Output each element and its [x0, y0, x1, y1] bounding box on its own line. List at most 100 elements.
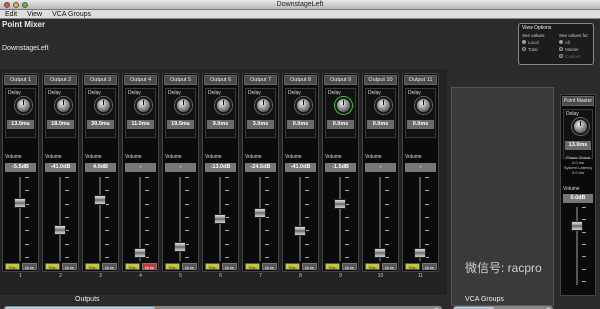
delay-value[interactable]: 0.0ms	[327, 120, 354, 129]
delay-knob-icon[interactable]	[95, 97, 112, 114]
fader-handle[interactable]	[414, 248, 426, 258]
fader-handle[interactable]	[374, 248, 386, 258]
delay-knob-icon[interactable]	[335, 97, 352, 114]
solo-button[interactable]: Solo	[285, 263, 300, 270]
scale-tick	[145, 244, 149, 245]
scale-tick	[225, 257, 229, 258]
fader-handle[interactable]	[214, 214, 226, 224]
channel-name[interactable]: Output 2	[44, 75, 77, 85]
fader-handle[interactable]	[294, 226, 306, 236]
scale-tick	[145, 190, 149, 191]
delay-knob-icon[interactable]	[55, 97, 72, 114]
delay-value[interactable]: 19.5ms	[167, 120, 194, 129]
delay-knob-icon[interactable]	[175, 97, 192, 114]
radio-all[interactable]: All	[559, 40, 595, 45]
volume-value[interactable]: -	[125, 163, 156, 172]
solo-button[interactable]: Solo	[85, 263, 100, 270]
channel-name[interactable]: Output 1	[4, 75, 37, 85]
channel-name[interactable]: Output 7	[244, 75, 277, 85]
solo-button[interactable]: Solo	[405, 263, 420, 270]
radio-custom[interactable]: Custom	[559, 54, 595, 59]
menu-edit[interactable]: Edit	[5, 10, 17, 18]
solo-button[interactable]: Solo	[325, 263, 340, 270]
channel-name[interactable]: Output 3	[84, 75, 117, 85]
mute-button[interactable]: Mute	[182, 263, 197, 270]
volume-value[interactable]: 4.0dB	[85, 163, 116, 172]
delay-value[interactable]: 0.0ms	[287, 120, 314, 129]
mute-button[interactable]: Mute	[302, 263, 317, 270]
channel-name[interactable]: Output 8	[284, 75, 317, 85]
channel-name[interactable]: Output 6	[204, 75, 237, 85]
fader-handle[interactable]	[174, 242, 186, 252]
mute-button[interactable]: Mute	[142, 263, 157, 270]
solo-button[interactable]: Solo	[205, 263, 220, 270]
volume-value[interactable]: -24.5dB	[245, 163, 276, 172]
radio-total[interactable]: Total	[522, 47, 558, 52]
master-delay-value[interactable]: 13.0ms	[565, 141, 591, 150]
menu-vca-groups[interactable]: VCA Groups	[52, 10, 91, 18]
delay-value[interactable]: 13.0ms	[7, 120, 34, 129]
volume-value[interactable]: -	[165, 163, 196, 172]
delay-knob-icon[interactable]	[295, 97, 312, 114]
delay-value[interactable]: 0.0ms	[407, 120, 434, 129]
master-delay-knob-icon[interactable]	[572, 118, 589, 135]
volume-value[interactable]: -	[405, 163, 436, 172]
solo-button[interactable]: Solo	[165, 263, 180, 270]
delay-value[interactable]: 9.0ms	[207, 120, 234, 129]
volume-value[interactable]: -41.0dB	[285, 163, 316, 172]
fader-handle[interactable]	[134, 248, 146, 258]
delay-knob-icon[interactable]	[415, 97, 432, 114]
delay-knob-icon[interactable]	[375, 97, 392, 114]
mute-button[interactable]: Mute	[222, 263, 237, 270]
solo-button[interactable]: Solo	[245, 263, 260, 270]
volume-value[interactable]: -5.5dB	[5, 163, 36, 172]
channel-name[interactable]: Output 5	[164, 75, 197, 85]
solo-button[interactable]: Solo	[5, 263, 20, 270]
master-fader-handle[interactable]	[571, 221, 583, 231]
fader-handle[interactable]	[54, 225, 66, 235]
mute-button[interactable]: Mute	[102, 263, 117, 270]
delay-knob-icon[interactable]	[15, 97, 32, 114]
scale-tick	[145, 230, 149, 231]
channel-number: 6	[219, 273, 222, 279]
radio-master[interactable]: Master	[559, 47, 595, 52]
solo-button[interactable]: Solo	[365, 263, 380, 270]
fader-handle[interactable]	[14, 198, 26, 208]
channel-strip: Output 7 Delay 3.0ms Volume -24.5dB Solo Mute	[242, 73, 279, 272]
radio-local[interactable]: Local	[522, 40, 558, 45]
delay-knob-icon[interactable]	[135, 97, 152, 114]
channel-name[interactable]: Output 4	[124, 75, 157, 85]
solo-button[interactable]: Solo	[125, 263, 140, 270]
delay-value[interactable]: 0.0ms	[367, 120, 394, 129]
master-volume-value[interactable]: 0.0dB	[563, 194, 593, 203]
mute-button[interactable]: Mute	[22, 263, 37, 270]
mute-button[interactable]: Mute	[62, 263, 77, 270]
solo-button[interactable]: Solo	[45, 263, 60, 270]
volume-value[interactable]: -	[365, 163, 396, 172]
delay-knob-icon[interactable]	[215, 97, 232, 114]
delay-value[interactable]: 18.0ms	[47, 120, 74, 129]
delay-value[interactable]: 30.0ms	[87, 120, 114, 129]
mute-button[interactable]: Mute	[382, 263, 397, 270]
fader-handle[interactable]	[254, 208, 266, 218]
channel-name[interactable]: Output 9	[324, 75, 357, 85]
fader-handle[interactable]	[334, 199, 346, 209]
channel-name[interactable]: Output 10	[364, 75, 397, 85]
delay-section: Delay 3.0ms	[245, 88, 276, 138]
scale-tick	[105, 190, 109, 191]
channel-strip: Output 8 Delay 0.0ms Volume -41.0dB Solo Mute	[282, 73, 319, 272]
mute-button[interactable]: Mute	[342, 263, 357, 270]
channel-name[interactable]: Output 11	[404, 75, 437, 85]
volume-value[interactable]: -41.0dB	[45, 163, 76, 172]
delay-knob-icon[interactable]	[255, 97, 272, 114]
volume-value[interactable]: -1.5dB	[325, 163, 356, 172]
delay-section: Delay 18.0ms	[45, 88, 76, 138]
menu-view[interactable]: View	[27, 10, 42, 18]
fader-scale	[265, 177, 277, 261]
fader-handle[interactable]	[94, 195, 106, 205]
mute-button[interactable]: Mute	[262, 263, 277, 270]
delay-value[interactable]: 11.0ms	[127, 120, 154, 129]
delay-value[interactable]: 3.0ms	[247, 120, 274, 129]
mute-button[interactable]: Mute	[422, 263, 437, 270]
volume-value[interactable]: -13.0dB	[205, 163, 236, 172]
